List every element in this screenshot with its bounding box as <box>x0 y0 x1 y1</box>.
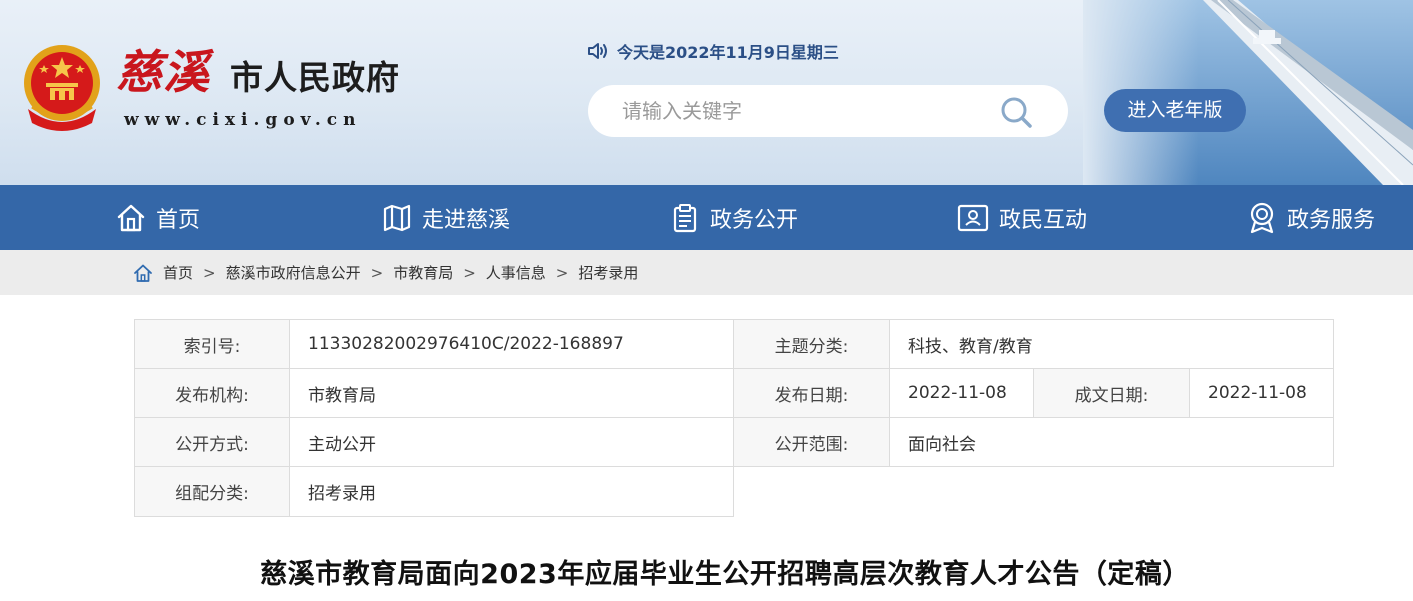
publisher-label: 发布机构: <box>134 368 290 418</box>
breadcrumb-separator: > <box>203 263 216 282</box>
site-url: www.cixi.gov.cn <box>124 110 362 130</box>
publish-date-label: 发布日期: <box>733 368 890 418</box>
search-box <box>588 85 1068 137</box>
breadcrumb: 首页 > 慈溪市政府信息公开 > 市教育局 > 人事信息 > 招考录用 <box>133 250 638 295</box>
main-nav: 首页 走进慈溪 政务公开 政民互动 政务服务 <box>0 185 1413 250</box>
nav-item-home[interactable]: 首页 <box>116 185 200 250</box>
disclosure-scope-value: 面向社会 <box>889 417 1334 467</box>
home-icon[interactable] <box>133 263 153 283</box>
home-icon <box>117 204 145 231</box>
clipboard-icon <box>673 203 697 232</box>
site-header: 慈溪 市人民政府 www.cixi.gov.cn 今天是2022年11月9日星期… <box>0 0 1413 185</box>
category-label: 组配分类: <box>134 466 290 517</box>
breadcrumb-link-info-disclosure[interactable]: 慈溪市政府信息公开 <box>226 262 361 283</box>
breadcrumb-link-personnel[interactable]: 人事信息 <box>486 262 546 283</box>
badge-icon <box>1250 202 1274 233</box>
category-value: 招考录用 <box>289 466 734 517</box>
map-icon <box>383 204 411 231</box>
breadcrumb-link-education-bureau[interactable]: 市教育局 <box>393 262 453 283</box>
topic-value: 科技、教育/教育 <box>889 319 1334 369</box>
breadcrumb-separator: > <box>463 263 476 282</box>
breadcrumb-bar: 首页 > 慈溪市政府信息公开 > 市教育局 > 人事信息 > 招考录用 <box>0 250 1413 295</box>
nav-item-interaction[interactable]: 政民互动 <box>957 185 1087 250</box>
today-date: 今天是2022年11月9日星期三 <box>587 40 839 62</box>
document-info-table: 索引号: 11330282002976410C/2022-168897 主题分类… <box>134 319 1334 517</box>
nav-label: 走进慈溪 <box>422 207 511 233</box>
search-icon[interactable] <box>998 94 1034 130</box>
breadcrumb-link-recruitment[interactable]: 招考录用 <box>578 262 638 283</box>
article-title: 慈溪市教育局面向2023年应届毕业生公开招聘高层次教育人才公告（定稿） <box>260 559 1190 590</box>
nav-item-about-cixi[interactable]: 走进慈溪 <box>382 185 510 250</box>
user-card-icon <box>957 204 989 231</box>
breadcrumb-link-home[interactable]: 首页 <box>163 262 193 283</box>
nav-label: 首页 <box>156 207 201 233</box>
nav-label: 政务公开 <box>710 207 799 233</box>
search-input[interactable] <box>622 85 982 137</box>
nav-label: 政民互动 <box>999 207 1088 233</box>
speaker-icon[interactable] <box>587 42 609 60</box>
disclosure-scope-label: 公开范围: <box>733 417 890 467</box>
publish-date-value: 2022-11-08 <box>889 368 1034 418</box>
breadcrumb-separator: > <box>370 263 384 282</box>
written-date-label: 成文日期: <box>1033 368 1190 418</box>
breadcrumb-separator: > <box>555 263 569 282</box>
index-label: 索引号: <box>134 319 290 369</box>
topic-label: 主题分类: <box>733 319 890 369</box>
nav-label: 政务服务 <box>1287 207 1376 233</box>
disclosure-method-label: 公开方式: <box>134 417 290 467</box>
national-emblem-logo <box>24 45 100 131</box>
nav-item-gov-affairs[interactable]: 政务公开 <box>670 185 798 250</box>
publisher-value: 市教育局 <box>289 368 734 418</box>
written-date-value: 2022-11-08 <box>1189 368 1334 418</box>
disclosure-method-value: 主动公开 <box>289 417 734 467</box>
index-value: 11330282002976410C/2022-168897 <box>289 319 734 369</box>
brand-name-calligraphy: 慈溪 <box>116 45 210 99</box>
brand-name-government: 市人民政府 <box>230 58 400 97</box>
nav-item-services[interactable]: 政务服务 <box>1247 185 1375 250</box>
date-text: 今天是2022年11月9日星期三 <box>617 43 839 62</box>
elder-version-button[interactable]: 进入老年版 <box>1104 89 1246 132</box>
